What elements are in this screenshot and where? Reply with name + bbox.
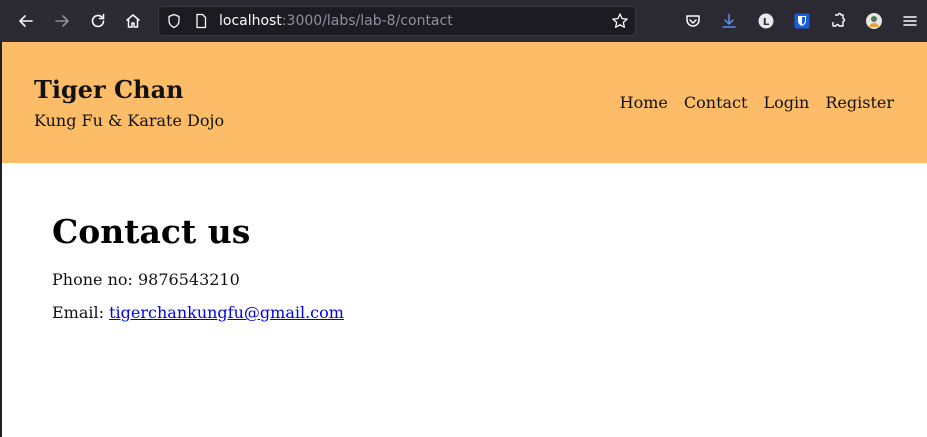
pocket-icon[interactable] bbox=[680, 8, 706, 34]
nav-home-link[interactable]: Home bbox=[620, 93, 668, 112]
url-text[interactable]: localhost:3000/labs/lab-8/contact bbox=[219, 13, 453, 29]
nav-login-link[interactable]: Login bbox=[763, 93, 809, 112]
site-header: Tiger Chan Kung Fu & Karate Dojo Home Co… bbox=[2, 42, 927, 163]
shield-icon[interactable] bbox=[166, 13, 182, 33]
hamburger-menu-icon[interactable] bbox=[897, 8, 923, 34]
phone-label: Phone no: bbox=[52, 270, 133, 289]
account-l-icon[interactable]: L bbox=[753, 8, 779, 34]
email-link[interactable]: tigerchankungfu@gmail.com bbox=[109, 303, 344, 322]
back-arrow-icon[interactable] bbox=[13, 8, 39, 34]
brand-title: Tiger Chan bbox=[34, 75, 184, 104]
bookmark-star-icon[interactable] bbox=[611, 12, 629, 34]
browser-toolbar: localhost:3000/labs/lab-8/contact L bbox=[0, 0, 927, 42]
brand-subtitle: Kung Fu & Karate Dojo bbox=[34, 111, 225, 130]
extensions-icon[interactable] bbox=[825, 8, 851, 34]
phone-line: Phone no: 9876543210 bbox=[52, 270, 240, 289]
svg-text:L: L bbox=[763, 17, 770, 28]
email-line: Email: tigerchankungfu@gmail.com bbox=[52, 303, 344, 322]
nav-register-link[interactable]: Register bbox=[825, 93, 894, 112]
bitwarden-icon[interactable] bbox=[789, 8, 815, 34]
page-icon bbox=[193, 13, 209, 33]
home-icon[interactable] bbox=[120, 8, 146, 34]
profile-avatar-icon[interactable] bbox=[861, 8, 887, 34]
phone-value: 9876543210 bbox=[137, 270, 240, 289]
forward-arrow-icon[interactable] bbox=[49, 8, 75, 34]
page-title: Contact us bbox=[52, 212, 251, 251]
reload-icon[interactable] bbox=[85, 8, 111, 34]
download-icon[interactable] bbox=[716, 8, 742, 34]
url-bar[interactable]: localhost:3000/labs/lab-8/contact bbox=[158, 6, 636, 36]
nav-contact-link[interactable]: Contact bbox=[684, 93, 748, 112]
email-label: Email: bbox=[52, 303, 105, 322]
main-nav: Home Contact Login Register bbox=[620, 93, 894, 112]
